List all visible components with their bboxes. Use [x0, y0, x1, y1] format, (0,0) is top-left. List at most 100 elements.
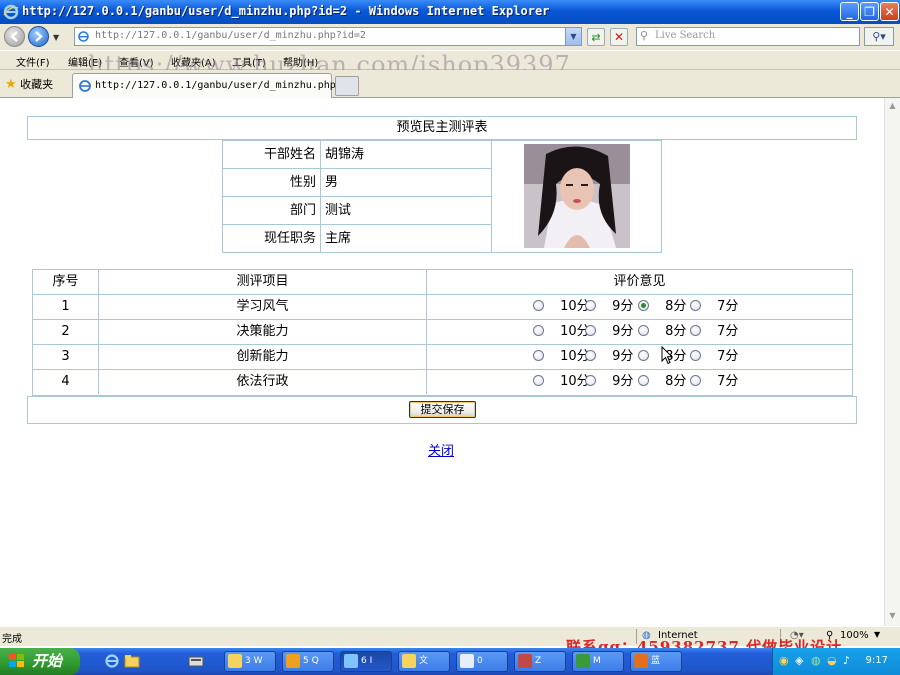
- app-icon: [518, 654, 532, 668]
- row-number: 2: [33, 320, 99, 344]
- menu-tools[interactable]: 工具(T): [232, 54, 266, 69]
- menu-edit[interactable]: 编辑(E): [68, 54, 102, 69]
- score-option[interactable]: 9分: [585, 295, 633, 319]
- close-window-button[interactable]: ✕: [880, 2, 899, 21]
- volume-icon[interactable]: ♪: [843, 654, 850, 667]
- forward-button[interactable]: [28, 26, 49, 47]
- score-option[interactable]: 9分: [585, 320, 633, 344]
- radio-button[interactable]: [533, 325, 544, 336]
- search-button[interactable]: ⚲▾: [864, 27, 894, 46]
- menu-bar: 文件(F) 编辑(E) 查看(V) 收藏夹(A) 工具(T) 帮助(H): [0, 50, 900, 70]
- radio-button[interactable]: [690, 300, 701, 311]
- tray-icon[interactable]: ◉: [779, 654, 789, 667]
- vertical-scrollbar[interactable]: ▲ ▼: [884, 98, 900, 626]
- windows-logo-icon: [9, 654, 24, 667]
- maximize-button[interactable]: ❐: [860, 2, 879, 21]
- refresh-button[interactable]: ⇄: [587, 28, 605, 46]
- tray-icon[interactable]: ◒: [827, 654, 837, 667]
- radio-button[interactable]: [638, 350, 649, 361]
- stop-button[interactable]: ✕: [610, 28, 628, 46]
- favorites-button[interactable]: ★ 收藏夹: [5, 76, 53, 92]
- zoom-level[interactable]: 100%: [840, 630, 869, 641]
- submit-save-button[interactable]: 提交保存: [409, 401, 476, 418]
- tab-bar: ★ 收藏夹 http://127.0.0.1/ganbu/user/d_minz…: [0, 70, 900, 98]
- system-tray: ◉ ◈ ◍ ◒ ♪ 9:17: [772, 648, 900, 675]
- score-option[interactable]: 7分: [690, 345, 738, 369]
- new-tab-button[interactable]: [335, 76, 359, 96]
- radio-button[interactable]: [638, 325, 649, 336]
- radio-button[interactable]: [533, 350, 544, 361]
- menu-file[interactable]: 文件(F): [16, 54, 50, 69]
- minimize-button[interactable]: _: [840, 2, 859, 21]
- tray-icon[interactable]: ◍: [811, 654, 821, 667]
- cadre-info-table: 干部姓名 胡锦涛 性别 男 部门 测试 现任职务 主席: [222, 140, 662, 253]
- taskbar-item[interactable]: 6 I: [340, 651, 392, 672]
- scroll-up-icon[interactable]: ▲: [887, 101, 898, 113]
- tray-icon[interactable]: ◈: [795, 654, 803, 667]
- radio-button[interactable]: [638, 300, 649, 311]
- radio-button[interactable]: [585, 325, 596, 336]
- radio-button[interactable]: [690, 350, 701, 361]
- ie-quicklaunch-icon[interactable]: [104, 653, 120, 669]
- address-bar[interactable]: http://127.0.0.1/ganbu/user/d_minzhu.php…: [74, 27, 582, 46]
- taskbar-item[interactable]: 3 W: [224, 651, 276, 672]
- score-option[interactable]: 9分: [585, 345, 633, 369]
- taskbar-item-label: 3 W: [245, 656, 263, 666]
- score-option[interactable]: 10分: [533, 320, 590, 344]
- score-option[interactable]: 7分: [690, 295, 738, 319]
- info-value: 男: [325, 175, 339, 190]
- row-number: 4: [33, 370, 99, 394]
- zoom-dropdown-icon[interactable]: ▼: [874, 630, 880, 639]
- qq-icon: [286, 654, 300, 668]
- taskbar-item-label: 文: [419, 656, 429, 666]
- taskbar-item[interactable]: M: [572, 651, 624, 672]
- score-option[interactable]: 9分: [585, 370, 633, 394]
- scroll-down-icon[interactable]: ▼: [887, 611, 898, 623]
- start-button[interactable]: 开始: [0, 648, 80, 675]
- taskbar-item[interactable]: 0: [456, 651, 508, 672]
- row-options: 10分 9分 8分 7分: [427, 345, 852, 369]
- taskbar-item[interactable]: 文: [398, 651, 450, 672]
- ie-icon: [344, 654, 358, 668]
- score-option[interactable]: 7分: [690, 320, 738, 344]
- score-label: 9分: [612, 324, 634, 339]
- radio-button[interactable]: [533, 300, 544, 311]
- radio-button[interactable]: [690, 375, 701, 386]
- menu-favorites[interactable]: 收藏夹(A): [171, 54, 216, 69]
- score-option[interactable]: 7分: [690, 370, 738, 394]
- row-number: 1: [33, 295, 99, 319]
- menu-help[interactable]: 帮助(H): [283, 54, 318, 69]
- title-bar: http://127.0.0.1/ganbu/user/d_minzhu.php…: [0, 0, 900, 24]
- menu-view[interactable]: 查看(V): [119, 54, 154, 69]
- score-option[interactable]: 8分: [638, 370, 686, 394]
- radio-button[interactable]: [585, 350, 596, 361]
- radio-button[interactable]: [690, 325, 701, 336]
- search-input[interactable]: ⚲ Live Search: [636, 27, 860, 46]
- score-option[interactable]: 10分: [533, 345, 590, 369]
- score-option[interactable]: 10分: [533, 370, 590, 394]
- taskbar-item[interactable]: 5 Q: [282, 651, 334, 672]
- taskbar-item[interactable]: Z: [514, 651, 566, 672]
- score-option[interactable]: 8分: [638, 320, 686, 344]
- score-label: 7分: [717, 349, 739, 364]
- status-text: 完成: [2, 634, 22, 645]
- score-option[interactable]: 10分: [533, 295, 590, 319]
- taskbar-item-label: 6 I: [361, 656, 373, 666]
- folder-quicklaunch-icon[interactable]: [124, 653, 140, 669]
- address-dropdown-icon[interactable]: ▼: [565, 28, 581, 45]
- keyboard-icon[interactable]: [188, 653, 204, 669]
- close-link[interactable]: 关闭: [428, 440, 454, 459]
- form-title: 预览民主测评表: [27, 116, 857, 140]
- history-dropdown-icon[interactable]: ▼: [53, 33, 59, 42]
- radio-button[interactable]: [585, 375, 596, 386]
- back-button[interactable]: [4, 26, 25, 47]
- taskbar-item[interactable]: 蓝: [630, 651, 682, 672]
- radio-button[interactable]: [638, 375, 649, 386]
- info-label: 部门: [223, 197, 321, 224]
- tab-active[interactable]: http://127.0.0.1/ganbu/user/d_minzhu.php…: [72, 73, 360, 98]
- score-option[interactable]: 8分: [638, 295, 686, 319]
- row-options: 10分 9分 8分 7分: [427, 320, 852, 344]
- radio-button[interactable]: [533, 375, 544, 386]
- info-row: 干部姓名 胡锦涛: [223, 141, 491, 169]
- radio-button[interactable]: [585, 300, 596, 311]
